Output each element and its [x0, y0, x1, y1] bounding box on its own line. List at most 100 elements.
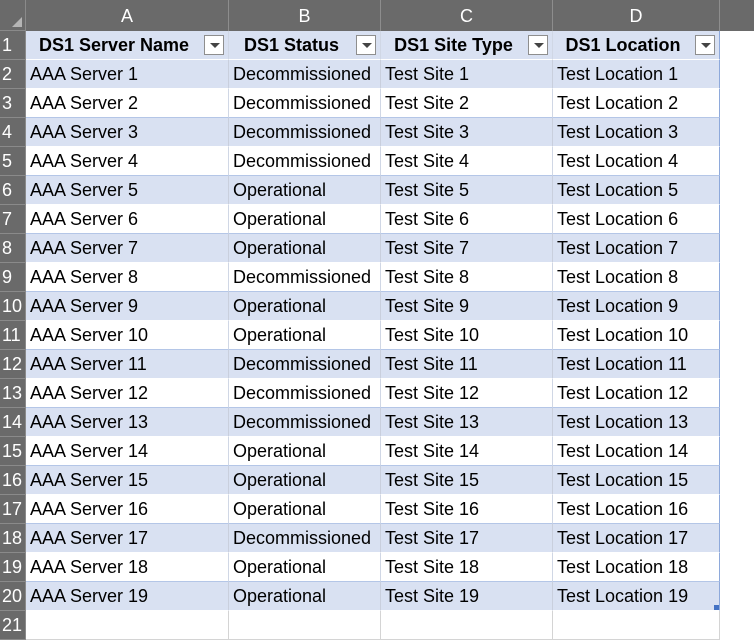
row-header-5[interactable]: 5 [0, 147, 26, 176]
table-cell[interactable]: Decommissioned [229, 524, 381, 553]
table-cell[interactable]: Decommissioned [229, 379, 381, 408]
table-cell[interactable]: Test Site 14 [381, 437, 553, 466]
table-cell[interactable]: Operational [229, 321, 381, 350]
table-cell[interactable]: Test Site 2 [381, 89, 553, 118]
table-cell[interactable]: AAA Server 10 [26, 321, 229, 350]
table-cell[interactable]: Test Location 5 [553, 176, 720, 205]
table-cell[interactable]: Test Location 11 [553, 350, 720, 379]
table-cell[interactable]: Test Site 19 [381, 582, 553, 611]
row-header-3[interactable]: 3 [0, 89, 26, 118]
table-cell[interactable]: AAA Server 8 [26, 263, 229, 292]
column-header-b[interactable]: B [229, 0, 381, 31]
header-cell[interactable]: DS1 Site Type [381, 31, 553, 60]
table-cell[interactable]: Test Site 11 [381, 350, 553, 379]
filter-dropdown-button[interactable] [695, 35, 715, 55]
table-cell[interactable]: AAA Server 4 [26, 147, 229, 176]
table-cell[interactable]: Decommissioned [229, 147, 381, 176]
table-cell[interactable]: Operational [229, 176, 381, 205]
table-cell[interactable]: Test Site 4 [381, 147, 553, 176]
table-cell[interactable]: Operational [229, 205, 381, 234]
row-header-12[interactable]: 12 [0, 350, 26, 379]
table-cell[interactable]: Test Site 5 [381, 176, 553, 205]
row-header-15[interactable]: 15 [0, 437, 26, 466]
table-cell[interactable]: Decommissioned [229, 350, 381, 379]
table-cell[interactable]: Test Site 12 [381, 379, 553, 408]
table-cell[interactable]: Test Site 1 [381, 60, 553, 89]
row-header-21[interactable]: 21 [0, 611, 26, 640]
header-cell[interactable]: DS1 Status [229, 31, 381, 60]
table-cell[interactable]: Test Location 6 [553, 205, 720, 234]
empty-cell[interactable] [381, 611, 553, 640]
table-cell[interactable]: Test Location 19 [553, 582, 720, 611]
table-cell[interactable]: Test Location 3 [553, 118, 720, 147]
table-cell[interactable]: Test Location 8 [553, 263, 720, 292]
row-header-7[interactable]: 7 [0, 205, 26, 234]
table-cell[interactable]: Test Site 9 [381, 292, 553, 321]
filter-dropdown-button[interactable] [356, 35, 376, 55]
header-cell[interactable]: DS1 Server Name [26, 31, 229, 60]
table-cell[interactable]: AAA Server 2 [26, 89, 229, 118]
table-cell[interactable]: Test Site 17 [381, 524, 553, 553]
row-header-17[interactable]: 17 [0, 495, 26, 524]
row-header-16[interactable]: 16 [0, 466, 26, 495]
table-cell[interactable]: Test Location 7 [553, 234, 720, 263]
table-cell[interactable]: Test Site 6 [381, 205, 553, 234]
row-header-1[interactable]: 1 [0, 31, 26, 60]
table-cell[interactable]: AAA Server 18 [26, 553, 229, 582]
table-resize-handle-icon[interactable] [714, 605, 719, 610]
table-cell[interactable]: AAA Server 17 [26, 524, 229, 553]
table-cell[interactable]: Test Location 9 [553, 292, 720, 321]
table-cell[interactable]: AAA Server 5 [26, 176, 229, 205]
table-cell[interactable]: Operational [229, 582, 381, 611]
table-cell[interactable]: Test Location 14 [553, 437, 720, 466]
table-cell[interactable]: AAA Server 1 [26, 60, 229, 89]
row-header-4[interactable]: 4 [0, 118, 26, 147]
table-cell[interactable]: Operational [229, 553, 381, 582]
table-cell[interactable]: Operational [229, 234, 381, 263]
table-cell[interactable]: Test Location 16 [553, 495, 720, 524]
table-cell[interactable]: Decommissioned [229, 408, 381, 437]
row-header-2[interactable]: 2 [0, 60, 26, 89]
filter-dropdown-button[interactable] [528, 35, 548, 55]
table-cell[interactable]: Test Site 7 [381, 234, 553, 263]
row-header-10[interactable]: 10 [0, 292, 26, 321]
table-cell[interactable]: Decommissioned [229, 89, 381, 118]
table-cell[interactable]: Test Location 15 [553, 466, 720, 495]
table-cell[interactable]: Test Location 10 [553, 321, 720, 350]
table-cell[interactable]: AAA Server 11 [26, 350, 229, 379]
row-header-18[interactable]: 18 [0, 524, 26, 553]
table-cell[interactable]: AAA Server 19 [26, 582, 229, 611]
row-header-11[interactable]: 11 [0, 321, 26, 350]
table-cell[interactable]: AAA Server 9 [26, 292, 229, 321]
table-cell[interactable]: AAA Server 3 [26, 118, 229, 147]
row-header-6[interactable]: 6 [0, 176, 26, 205]
table-cell[interactable]: Test Site 3 [381, 118, 553, 147]
table-cell[interactable]: Operational [229, 292, 381, 321]
table-cell[interactable]: Test Site 13 [381, 408, 553, 437]
table-cell[interactable]: AAA Server 13 [26, 408, 229, 437]
table-cell[interactable]: Test Location 18 [553, 553, 720, 582]
empty-cell[interactable] [26, 611, 229, 640]
table-cell[interactable]: Test Location 12 [553, 379, 720, 408]
column-header-e[interactable] [720, 0, 754, 31]
select-all-corner[interactable] [0, 0, 26, 31]
table-cell[interactable]: AAA Server 6 [26, 205, 229, 234]
header-cell[interactable]: DS1 Location [553, 31, 720, 60]
row-header-8[interactable]: 8 [0, 234, 26, 263]
table-cell[interactable]: Test Site 18 [381, 553, 553, 582]
empty-cell[interactable] [229, 611, 381, 640]
table-cell[interactable]: AAA Server 14 [26, 437, 229, 466]
table-cell[interactable]: Test Location 17 [553, 524, 720, 553]
column-header-d[interactable]: D [553, 0, 720, 31]
row-header-13[interactable]: 13 [0, 379, 26, 408]
table-cell[interactable]: AAA Server 15 [26, 466, 229, 495]
table-cell[interactable]: AAA Server 12 [26, 379, 229, 408]
row-header-19[interactable]: 19 [0, 553, 26, 582]
empty-cell[interactable] [553, 611, 720, 640]
table-cell[interactable]: Decommissioned [229, 263, 381, 292]
table-cell[interactable]: Decommissioned [229, 60, 381, 89]
table-cell[interactable]: Test Site 8 [381, 263, 553, 292]
row-header-20[interactable]: 20 [0, 582, 26, 611]
table-cell[interactable]: AAA Server 16 [26, 495, 229, 524]
row-header-9[interactable]: 9 [0, 263, 26, 292]
